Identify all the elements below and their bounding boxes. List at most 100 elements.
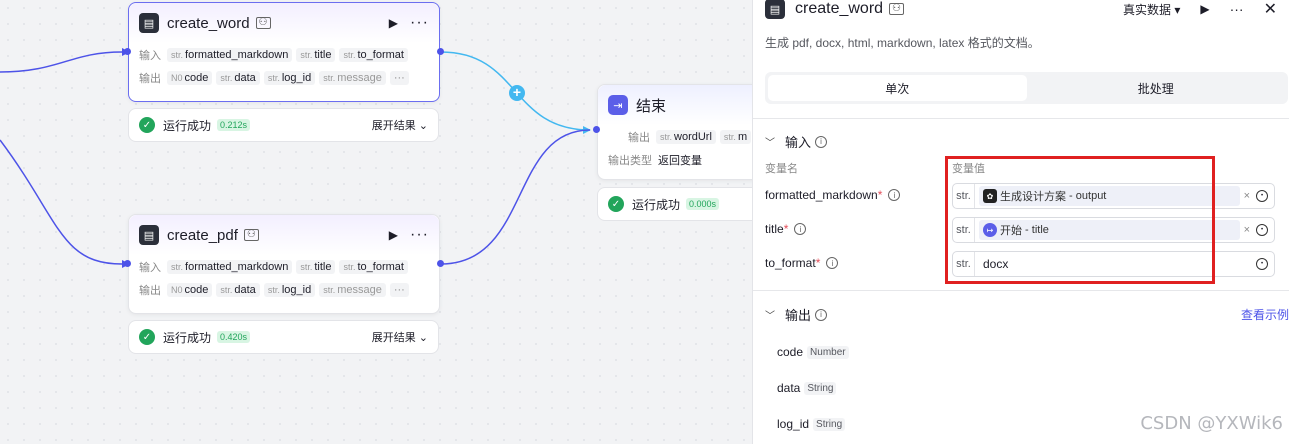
output-tag: str. log_id — [263, 282, 316, 297]
node-header: ⇥ 结束 — [598, 85, 752, 125]
more-options-icon[interactable]: ··· — [410, 14, 429, 32]
output-tag: str. log_id — [263, 70, 316, 85]
input-section-header[interactable]: ﹀ 输入 i — [765, 132, 828, 151]
section-title: 输入 — [785, 135, 812, 150]
output-type-row: 输出类型 返回变量 — [598, 148, 752, 171]
outputs-label: 输出 — [628, 131, 650, 144]
input-port[interactable] — [124, 260, 131, 267]
annotation-highlight-box — [945, 156, 1215, 284]
plugin-badge-icon: ⚇ — [889, 3, 905, 15]
run-time-badge: 0.420s — [217, 331, 251, 343]
type-badge: String — [813, 417, 846, 431]
end-node-icon: ⇥ — [608, 95, 628, 115]
info-icon: i — [794, 223, 807, 235]
variable-select-icon[interactable]: • — [1256, 224, 1268, 236]
panel-description: 生成 pdf, docx, html, markdown, latex 格式的文… — [765, 36, 1040, 50]
output-row-log-id: log_id String — [777, 417, 846, 431]
view-example-link[interactable]: 查看示例 — [1241, 306, 1289, 323]
node-inputs-row: 输入 str. formatted_markdown str. title str.… — [129, 43, 439, 66]
run-node-icon[interactable]: ▶ — [389, 228, 398, 242]
variable-select-icon[interactable]: • — [1256, 258, 1268, 270]
input-tag: str. formatted_markdown — [167, 47, 293, 62]
more-options-icon[interactable]: ··· — [1230, 1, 1244, 17]
more-outputs-tag[interactable]: ··· — [389, 282, 409, 297]
node-title: create_word — [167, 14, 250, 32]
input-tag: str. to_format — [339, 259, 408, 274]
output-type-value: 返回变量 — [658, 154, 702, 167]
data-mode-dropdown[interactable]: 真实数据 ▾ — [1123, 1, 1180, 18]
variable-select-icon[interactable]: • — [1256, 190, 1268, 202]
run-node-icon[interactable]: ▶ — [1200, 2, 1209, 16]
output-tag: N0 code — [167, 282, 213, 297]
node-end[interactable]: ⇥ 结束 输出 str. wordUrl str. m 输出类型 返回变量 — [597, 84, 752, 180]
status-text: 运行成功 — [163, 330, 212, 345]
output-section-header[interactable]: ﹀ 输出 i — [765, 305, 828, 324]
outputs-label: 输出 — [139, 72, 161, 85]
input-port[interactable] — [593, 126, 600, 133]
panel-title: create_word — [795, 0, 884, 17]
node-outputs-row: 输出 N0 code str. data str. log_id str. messag… — [129, 278, 439, 301]
output-tag: str. message — [319, 70, 386, 85]
add-node-plus-icon[interactable]: + — [509, 85, 525, 101]
output-tag: str. m — [719, 129, 752, 144]
node-outputs-row: 输出 str. wordUrl str. m — [598, 125, 752, 148]
plugin-badge-icon: ⚇ — [243, 229, 259, 241]
expand-results-button[interactable]: 展开结果 ⌄ — [372, 117, 428, 133]
divider — [753, 290, 1289, 291]
run-status-end: ✓ 运行成功 0.000s — [597, 187, 752, 221]
run-status-create-pdf: ✓ 运行成功 0.420s 展开结果 ⌄ — [128, 320, 439, 354]
clear-icon[interactable]: × — [1244, 224, 1250, 236]
input-port[interactable] — [124, 48, 131, 55]
output-tag: str. data — [216, 70, 260, 85]
type-badge: String — [804, 381, 837, 395]
run-status-create-word: ✓ 运行成功 0.212s 展开结果 ⌄ — [128, 108, 439, 142]
status-text: 运行成功 — [163, 118, 212, 133]
more-outputs-tag[interactable]: ··· — [389, 70, 409, 85]
field-label-to-format: to_format * i — [765, 256, 839, 270]
status-text: 运行成功 — [632, 197, 681, 212]
node-detail-panel: ▤ create_word ⚇ 真实数据 ▾ ▶ ··· ✕ 生成 pdf, d… — [752, 0, 1289, 444]
more-options-icon[interactable]: ··· — [410, 226, 429, 244]
node-header: ▤ create_pdf ⚇ ▶ ··· — [129, 215, 439, 255]
edge-pdf-end — [440, 129, 591, 265]
plugin-badge-icon: ⚇ — [255, 17, 271, 29]
output-tag: str. data — [216, 282, 260, 297]
success-check-icon: ✓ — [608, 196, 624, 212]
clear-icon[interactable]: × — [1244, 190, 1250, 202]
node-create-word[interactable]: ▤ create_word ⚇ ▶ ··· 输入 str. formatted_m… — [128, 2, 440, 102]
tab-batch[interactable]: 批处理 — [1027, 75, 1286, 101]
info-icon: i — [826, 257, 839, 269]
node-title: create_pdf — [167, 226, 238, 244]
plugin-icon: ▤ — [139, 13, 159, 33]
workflow-canvas[interactable]: + ▤ create_word ⚇ ▶ ··· 输入 str. formatted… — [0, 0, 752, 444]
output-type-label: 输出类型 — [608, 154, 652, 167]
chevron-down-icon: ﹀ — [765, 138, 775, 149]
edge-start-word — [0, 51, 123, 73]
panel-header: ▤ create_word ⚇ 真实数据 ▾ ▶ ··· ✕ — [753, 0, 1289, 20]
input-tag: str. title — [296, 47, 336, 62]
field-label-formatted-markdown: formatted_markdown * i — [765, 188, 901, 202]
success-check-icon: ✓ — [139, 117, 155, 133]
run-time-badge: 0.212s — [217, 119, 251, 131]
run-node-icon[interactable]: ▶ — [389, 16, 398, 30]
info-icon: i — [815, 308, 828, 321]
node-create-pdf[interactable]: ▤ create_pdf ⚇ ▶ ··· 输入 str. formatted_ma… — [128, 214, 440, 314]
tab-single[interactable]: 单次 — [768, 75, 1027, 101]
field-label-title: title * i — [765, 222, 807, 236]
output-row-code: code Number — [777, 345, 849, 359]
plugin-icon: ▤ — [139, 225, 159, 245]
output-row-data: data String — [777, 381, 837, 395]
close-icon[interactable]: ✕ — [1264, 0, 1277, 19]
section-title: 输出 — [785, 308, 812, 323]
info-icon: i — [888, 189, 901, 201]
watermark: CSDN @YXWik6 — [1140, 413, 1283, 434]
input-tag: str. formatted_markdown — [167, 259, 293, 274]
input-tag: str. to_format — [339, 47, 408, 62]
expand-results-button[interactable]: 展开结果 ⌄ — [372, 329, 428, 345]
output-port[interactable] — [437, 260, 444, 267]
divider — [753, 118, 1289, 119]
success-check-icon: ✓ — [139, 329, 155, 345]
run-time-badge: 0.000s — [686, 198, 720, 210]
output-port[interactable] — [437, 48, 444, 55]
col-header-name: 变量名 — [765, 163, 798, 175]
